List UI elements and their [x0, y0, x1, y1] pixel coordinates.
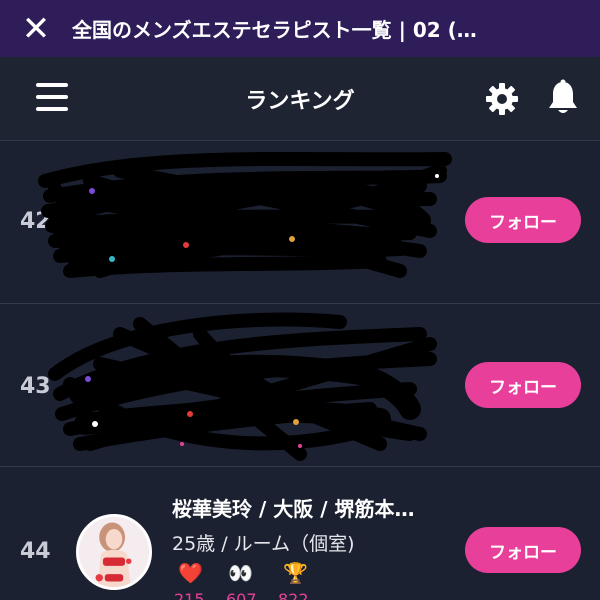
gear-icon[interactable] — [484, 81, 520, 117]
heart-icon: ❤️ — [178, 561, 203, 585]
follow-button[interactable]: フォロー — [465, 527, 581, 573]
ranking-list: 42 フォロー 43 フォロー 44 桜華美玲 / 大阪 / 堺筋本… 25歳 … — [0, 141, 600, 600]
view-count: 607 — [226, 590, 257, 600]
follow-button[interactable]: フォロー — [465, 197, 581, 243]
avatar-photo — [79, 517, 149, 587]
rank-number: 44 — [20, 539, 51, 564]
list-item[interactable]: 42 フォロー — [0, 141, 600, 304]
page-title: 全国のメンズエステセラピスト一覧 | 02 (… — [72, 18, 477, 42]
app-header: ランキング — [0, 57, 600, 141]
follow-button[interactable]: フォロー — [465, 362, 581, 408]
close-icon: ✕ — [21, 8, 51, 49]
list-item[interactable]: 43 フォロー — [0, 304, 600, 467]
bell-icon[interactable] — [545, 79, 581, 117]
list-item[interactable]: 44 桜華美玲 / 大阪 / 堺筋本… 25歳 / ルーム（個室) ❤️ 👀 🏆… — [0, 467, 600, 600]
trophy-count: 822 — [278, 590, 309, 600]
therapist-meta: 25歳 / ルーム（個室) — [172, 533, 355, 555]
heart-count: 215 — [174, 590, 205, 600]
menu-icon[interactable] — [36, 83, 68, 111]
app-title: ランキング — [245, 88, 355, 114]
rank-number: 43 — [20, 374, 51, 399]
eyes-icon: 👀 — [228, 561, 253, 585]
close-button[interactable]: ✕ — [0, 0, 72, 57]
avatar[interactable] — [76, 514, 152, 590]
top-bar: ✕ 全国のメンズエステセラピスト一覧 | 02 (… — [0, 0, 600, 57]
therapist-name[interactable]: 桜華美玲 / 大阪 / 堺筋本… — [172, 493, 414, 522]
rank-number: 42 — [20, 209, 51, 234]
trophy-icon: 🏆 — [283, 561, 308, 585]
